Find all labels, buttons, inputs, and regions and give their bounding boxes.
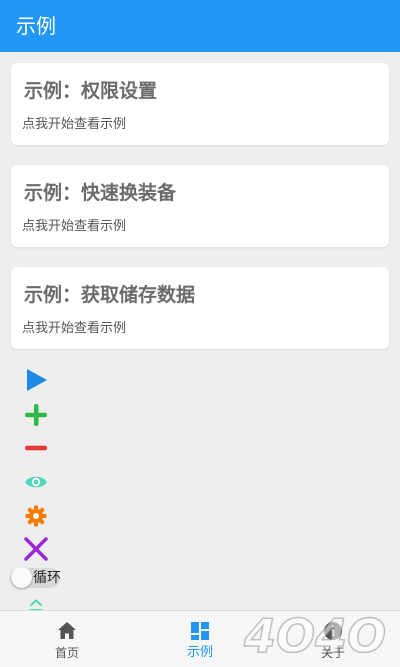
collapse-button[interactable]	[28, 597, 44, 611]
settings-button[interactable]	[24, 504, 48, 528]
eye-icon	[25, 476, 47, 488]
remove-button[interactable]	[24, 436, 48, 460]
add-button[interactable]	[24, 403, 48, 427]
grid-icon	[191, 622, 209, 640]
close-button[interactable]	[24, 537, 48, 561]
toggle-knob	[11, 567, 32, 588]
card-subtitle: 点我开始查看示例	[22, 117, 127, 132]
nav-item-home[interactable]: 首页	[27, 611, 107, 667]
card-title: 示例：快速换装备	[24, 182, 177, 204]
nav-label: 示例	[186, 645, 213, 660]
card-subtitle: 点我开始查看示例	[22, 219, 127, 234]
example-card-quick-equip[interactable]: 示例：快速换装备 点我开始查看示例	[11, 165, 389, 247]
nav-label: 首页	[54, 646, 79, 660]
example-card-permissions[interactable]: 示例：权限设置 点我开始查看示例	[11, 63, 389, 145]
app-bar: 示例	[0, 0, 400, 52]
gear-icon	[25, 505, 47, 527]
example-card-storage-data[interactable]: 示例：获取储存数据 点我开始查看示例	[11, 267, 389, 349]
watermark-logo: 4O4O	[242, 608, 387, 662]
play-icon	[27, 369, 47, 391]
svg-text:4O4O: 4O4O	[243, 609, 386, 662]
view-button[interactable]	[24, 470, 48, 494]
home-icon	[58, 622, 76, 639]
card-subtitle: 点我开始查看示例	[22, 321, 127, 336]
minus-icon	[25, 445, 47, 451]
page-title: 示例	[16, 14, 56, 38]
plus-icon	[25, 404, 47, 426]
loop-toggle[interactable]: 循环	[10, 566, 70, 590]
nav-item-examples[interactable]: 示例	[160, 611, 240, 667]
card-title: 示例：权限设置	[24, 80, 158, 102]
play-button[interactable]	[24, 368, 48, 392]
close-icon	[24, 537, 48, 561]
toggle-label: 循环	[33, 570, 61, 586]
card-title: 示例：获取储存数据	[24, 284, 196, 306]
